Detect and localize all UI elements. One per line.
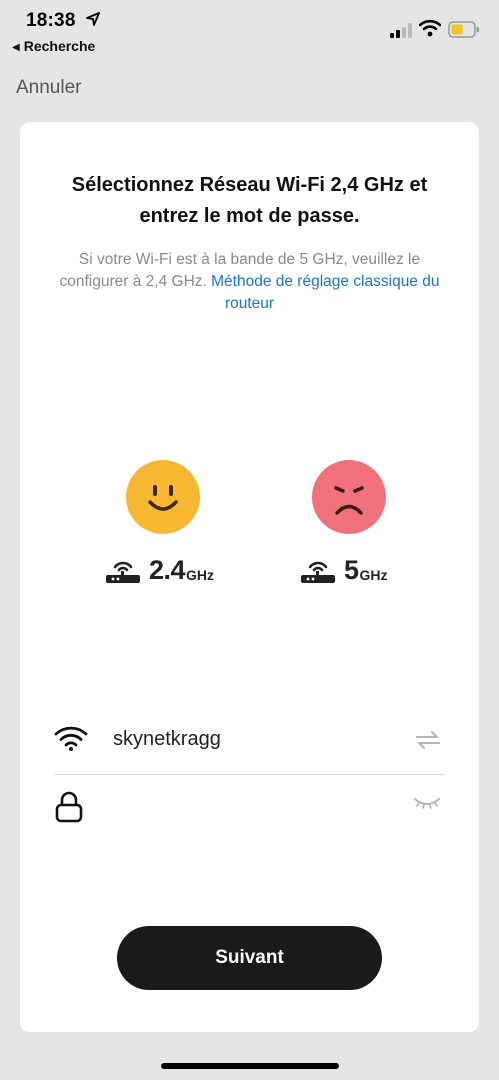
happy-face-icon: [126, 460, 200, 534]
sad-face-icon: [312, 460, 386, 534]
band-unit: GHz: [359, 567, 388, 583]
password-row: [54, 780, 445, 836]
back-triangle-icon: ◀: [12, 42, 20, 53]
page-title: Sélectionnez Réseau Wi-Fi 2,4 GHz et ent…: [71, 174, 428, 227]
band-2-4ghz: 2.4 GHz: [105, 554, 214, 584]
band-5ghz: 5 GHz: [300, 554, 388, 584]
password-input[interactable]: [113, 792, 407, 824]
wifi-ssid-value: skynetkragg: [113, 728, 221, 750]
router-icon: [301, 561, 335, 583]
band-value: 2.4: [149, 555, 186, 585]
location-arrow-icon: [86, 12, 100, 26]
wifi-network-row[interactable]: skynetkragg: [54, 714, 445, 770]
battery-icon: [448, 21, 479, 38]
cancel-button[interactable]: Annuler: [16, 77, 82, 99]
status-bar: 18:38 ◀ Recherche: [0, 0, 499, 60]
wifi-icon: [54, 726, 88, 751]
field-divider: [54, 774, 445, 775]
router-icon: [106, 561, 140, 583]
band-value: 5: [344, 555, 359, 585]
wifi-setup-card: Sélectionnez Réseau Wi-Fi 2,4 GHz et ent…: [20, 122, 479, 1032]
hide-password-icon[interactable]: [413, 796, 441, 810]
status-time: 18:38: [26, 10, 76, 31]
cellular-signal-icon: [390, 23, 412, 38]
wifi-status-icon: [419, 19, 441, 37]
lock-icon: [55, 791, 83, 823]
back-app-label: Recherche: [23, 38, 96, 54]
band-unit: GHz: [186, 567, 215, 583]
home-indicator[interactable]: [161, 1063, 339, 1069]
switch-network-icon[interactable]: [415, 730, 441, 750]
subtitle: Si votre Wi-Fi est à la bande de 5 GHz, …: [50, 249, 449, 315]
back-to-app-link[interactable]: ◀ Recherche: [12, 38, 95, 54]
router-method-link[interactable]: Méthode de réglage classique du routeur: [211, 273, 439, 312]
next-button[interactable]: Suivant: [117, 926, 382, 990]
